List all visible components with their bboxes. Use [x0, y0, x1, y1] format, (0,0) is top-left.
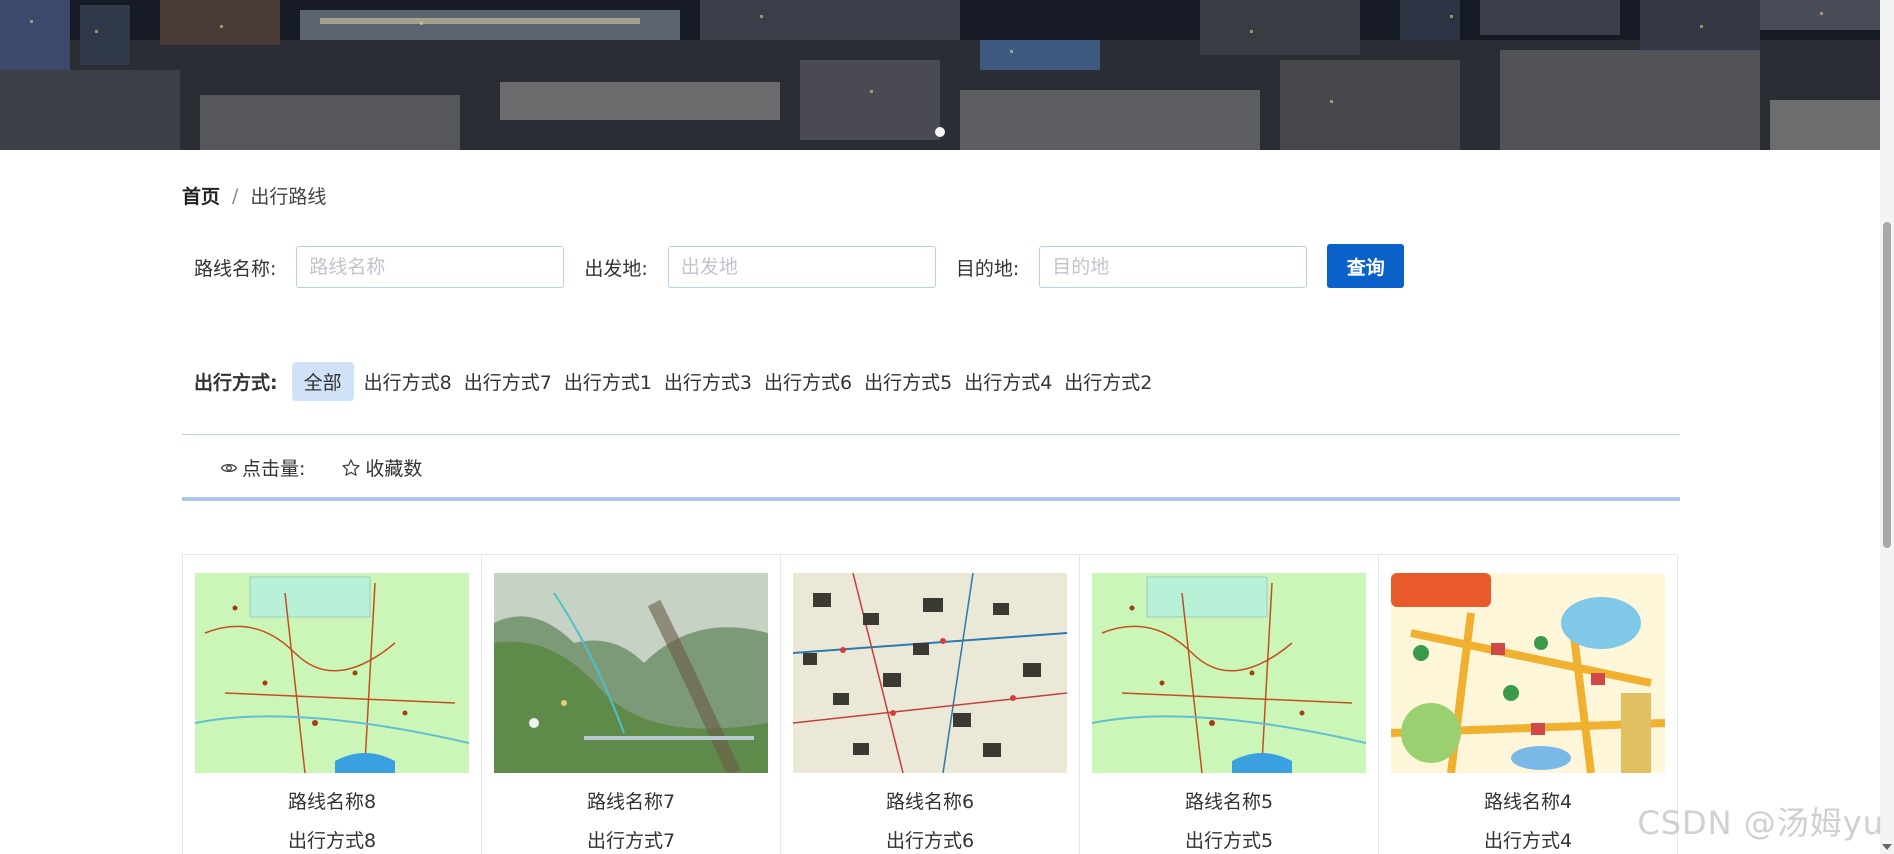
route-thumbnail-illustrated-map[interactable]	[1391, 573, 1665, 773]
origin-label: 出发地:	[584, 257, 648, 280]
route-name: 路线名称7	[586, 791, 676, 813]
route-travel-mode: 出行方式4	[1483, 830, 1573, 852]
carousel-indicators	[935, 127, 945, 137]
route-travel-mode: 出行方式8	[287, 830, 377, 852]
route-travel-mode: 出行方式5	[1184, 830, 1274, 852]
route-card[interactable]: 路线名称8 出行方式8	[183, 555, 482, 854]
page: 首页 / 出行路线 路线名称: 出发地: 目的地: 查询 出行方式: 全部 出行…	[0, 0, 1894, 854]
filter-chip-mode5[interactable]: 出行方式5	[862, 362, 954, 401]
sort-bar: 点击量: 收藏数	[220, 454, 422, 481]
route-card[interactable]: 路线名称6 出行方式6	[781, 555, 1080, 854]
filter-chip-mode8[interactable]: 出行方式8	[362, 362, 454, 401]
scrollbar-thumb[interactable]	[1883, 222, 1891, 548]
filter-chip-mode4[interactable]: 出行方式4	[962, 362, 1054, 401]
route-name: 路线名称6	[885, 791, 975, 813]
eye-icon	[220, 463, 238, 472]
query-button[interactable]: 查询	[1327, 244, 1405, 288]
favorites-label: 收藏数	[365, 458, 423, 480]
filter-chip-mode6[interactable]: 出行方式6	[762, 362, 854, 401]
route-thumbnail-mountain-map[interactable]	[494, 573, 768, 773]
star-icon	[342, 458, 361, 476]
route-card[interactable]: 路线名称5 出行方式5	[1080, 555, 1379, 854]
divider-accent	[182, 497, 1680, 501]
filter-chip-mode2[interactable]: 出行方式2	[1062, 362, 1154, 401]
divider	[182, 434, 1680, 435]
destination-label: 目的地:	[955, 257, 1020, 280]
filter-chip-all[interactable]: 全部	[291, 362, 354, 401]
route-travel-mode: 出行方式7	[586, 830, 676, 852]
route-card[interactable]: 路线名称4 出行方式4	[1379, 555, 1678, 854]
breadcrumb-current: 出行路线	[250, 186, 327, 208]
route-name-input[interactable]	[296, 246, 565, 288]
travel-mode-filter: 出行方式: 全部 出行方式8 出行方式7 出行方式1 出行方式3 出行方式6 出…	[194, 362, 1154, 401]
watermark: CSDN @汤姆yu	[1637, 804, 1884, 842]
route-name: 路线名称8	[287, 791, 377, 813]
route-travel-mode: 出行方式6	[885, 830, 975, 852]
filter-chip-mode3[interactable]: 出行方式3	[662, 362, 754, 401]
scroll-down-arrow-icon[interactable]	[1882, 844, 1892, 850]
filter-chip-mode7[interactable]: 出行方式7	[462, 362, 554, 401]
route-card-list: 路线名称8 出行方式8 路线名称7 出行方式7 路线名称6 出行方式6 路线名称…	[182, 554, 1678, 854]
travel-mode-label: 出行方式:	[194, 372, 278, 394]
route-name: 路线名称4	[1483, 791, 1573, 813]
breadcrumb-separator: /	[232, 184, 239, 207]
views-label: 点击量:	[242, 458, 306, 480]
breadcrumb: 首页 / 出行路线	[182, 182, 326, 209]
search-form: 路线名称: 出发地: 目的地: 查询	[194, 244, 1405, 288]
banner-carousel[interactable]	[0, 0, 1880, 150]
breadcrumb-home-link[interactable]: 首页	[182, 182, 220, 209]
route-thumbnail-green-map[interactable]	[195, 573, 469, 773]
sort-by-views[interactable]: 点击量:	[220, 454, 305, 481]
origin-input[interactable]	[667, 246, 936, 288]
route-card[interactable]: 路线名称7 出行方式7	[482, 555, 781, 854]
filter-chip-mode1[interactable]: 出行方式1	[562, 362, 654, 401]
route-name-label: 路线名称:	[194, 257, 277, 280]
carousel-dot[interactable]	[935, 127, 945, 137]
route-thumbnail-photo-wall-map[interactable]	[793, 573, 1067, 773]
route-thumbnail-green-map[interactable]	[1092, 573, 1366, 773]
destination-input[interactable]	[1039, 246, 1308, 288]
route-name: 路线名称5	[1184, 791, 1274, 813]
sort-by-favorites[interactable]: 收藏数	[341, 454, 422, 481]
page-scrollbar[interactable]	[1880, 0, 1894, 854]
